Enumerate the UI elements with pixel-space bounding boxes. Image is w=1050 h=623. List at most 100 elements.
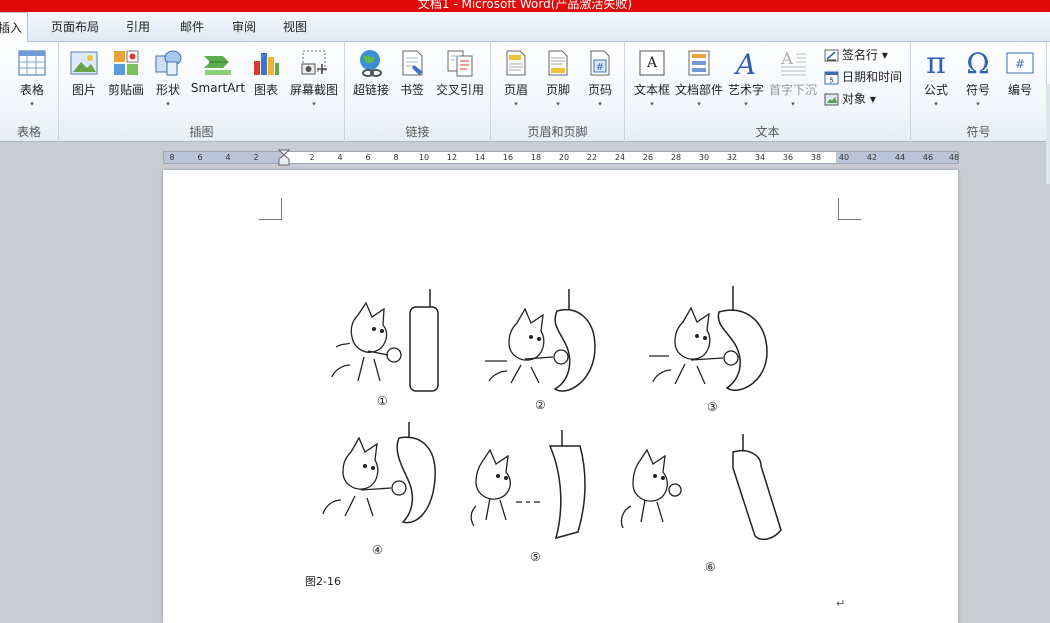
cat-punching-bag-illustration-2 <box>485 289 596 392</box>
object-icon <box>824 93 839 106</box>
clipart-button[interactable]: 剪贴画 <box>105 48 147 98</box>
hyperlink-button[interactable]: 超链接 <box>349 48 393 98</box>
indent-marker-icon[interactable] <box>278 149 290 166</box>
ribbon-tabs: 插入 页面布局 引用 邮件 审阅 视图 <box>0 12 1050 43</box>
svg-text:#: # <box>1015 57 1025 71</box>
group-label-header-footer: 页眉和页脚 <box>527 125 588 139</box>
ruler-tick: 2 <box>253 153 259 162</box>
date-time-button[interactable]: 5 日期和时间 <box>824 68 902 85</box>
wordart-icon: A <box>733 48 756 78</box>
cat-punching-bag-illustration-5 <box>470 430 586 540</box>
page-number-button[interactable]: # 页码 ▾ <box>583 48 617 108</box>
ruler-tick: 34 <box>754 153 766 162</box>
ruler-left-margin <box>164 152 284 163</box>
margin-corner-left <box>259 198 282 220</box>
ruler-tick: 20 <box>558 153 570 162</box>
svg-text:A: A <box>646 55 658 71</box>
svg-text:#: # <box>596 62 604 73</box>
screenshot-icon <box>301 50 327 75</box>
footer-button[interactable]: 页脚 ▾ <box>541 48 575 108</box>
ruler-tick: 32 <box>726 153 738 162</box>
clipart-icon <box>114 50 139 75</box>
signature-line-button[interactable]: 签名行 ▾ <box>824 46 888 63</box>
document-page[interactable]: ① ② ③ ④ ⑤ ⑥ 图2-16 ↵ <box>163 170 958 623</box>
tab-page-layout[interactable]: 页面布局 <box>44 12 106 42</box>
group-label-text: 文本 <box>755 125 780 139</box>
figure-caption-2: ② <box>535 398 546 412</box>
cat-punching-bag-illustration-4 <box>322 422 436 524</box>
horizontal-ruler[interactable]: 8 6 4 2 2 4 6 8 10 12 14 16 18 20 22 24 … <box>163 149 959 166</box>
ruler-tick: 12 <box>446 153 458 162</box>
ruler-tick: 16 <box>502 153 514 162</box>
group-label-table: 表格 <box>16 125 41 139</box>
cross-reference-icon <box>447 50 473 77</box>
cross-reference-button[interactable]: 交叉引用 <box>433 48 487 98</box>
drop-cap-button[interactable]: A 首字下沉 ▾ <box>768 48 818 108</box>
header-button[interactable]: 页眉 ▾ <box>499 48 533 108</box>
bookmark-icon <box>402 50 423 76</box>
group-illustrations: 图片 剪贴画 形状 ▾ SmartArt 图表 屏幕截图 ▾ 插图 <box>59 42 345 142</box>
wordart-button[interactable]: A 艺术字 ▾ <box>726 48 766 108</box>
group-label-illustrations: 插图 <box>189 125 214 139</box>
ruler-tick: 18 <box>530 153 542 162</box>
figure-label: 图2-16 <box>305 575 341 588</box>
smartart-icon <box>204 56 231 75</box>
ruler-tick: 4 <box>225 153 231 162</box>
ruler-tick: 4 <box>337 153 343 162</box>
symbol-button[interactable]: Ω 符号 ▾ <box>959 46 997 108</box>
ruler-tick: 24 <box>614 153 626 162</box>
svg-text:A: A <box>780 49 793 68</box>
quick-parts-icon <box>688 50 710 76</box>
group-label-links: 链接 <box>405 125 430 139</box>
numbering-button[interactable]: # 编号 <box>1001 48 1039 98</box>
picture-icon <box>70 51 98 75</box>
ruler-tick: 30 <box>698 153 710 162</box>
bookmark-button[interactable]: 书签 <box>395 48 429 98</box>
globe-link-icon <box>360 50 382 77</box>
equation-button[interactable]: π 公式 ▾ <box>917 46 955 108</box>
margin-corner-right <box>838 198 861 220</box>
tab-mailings[interactable]: 邮件 <box>172 12 212 42</box>
shapes-icon <box>155 50 182 76</box>
header-icon <box>506 50 526 76</box>
tab-review[interactable]: 审阅 <box>224 12 264 42</box>
quick-parts-button[interactable]: 文档部件 ▾ <box>674 48 724 108</box>
picture-button[interactable]: 图片 <box>65 48 103 98</box>
smartart-button[interactable]: SmartArt <box>189 48 247 95</box>
group-links: 超链接 书签 交叉引用 链接 <box>345 42 491 142</box>
ruler-tick: 46 <box>922 153 934 162</box>
object-button[interactable]: 对象 ▾ <box>824 90 876 107</box>
paragraph-mark: ↵ <box>836 597 846 610</box>
ruler-tick: 26 <box>642 153 654 162</box>
cat-punching-bag-illustration-1 <box>331 289 439 392</box>
ruler-tick: 36 <box>782 153 794 162</box>
svg-text:5: 5 <box>829 77 833 85</box>
calendar-icon: 5 <box>824 71 839 85</box>
screenshot-button[interactable]: 屏幕截图 ▾ <box>286 48 342 108</box>
ruler-tick: 42 <box>866 153 878 162</box>
group-text: A 文本框 ▾ 文档部件 ▾ A 艺术字 ▾ A 首字下沉 ▾ 签名行 ▾ 5 … <box>625 42 911 142</box>
title-bar: 文档1 - Microsoft Word(产品激活失败) <box>0 0 1050 12</box>
ruler-tick: 8 <box>393 153 399 162</box>
tab-insert[interactable]: 插入 <box>0 12 28 43</box>
figure-caption-1: ① <box>377 394 388 408</box>
shapes-button[interactable]: 形状 ▾ <box>150 48 186 108</box>
table-button[interactable]: 表格 ▾ <box>12 48 52 108</box>
tab-view[interactable]: 视图 <box>275 12 315 42</box>
textbox-icon: A <box>639 50 665 76</box>
ruler-tick: 40 <box>838 153 850 162</box>
svg-text:Ω: Ω <box>966 47 989 78</box>
drop-cap-icon: A <box>780 49 806 76</box>
textbox-button[interactable]: A 文本框 ▾ <box>631 48 673 108</box>
ruler-tick: 38 <box>810 153 822 162</box>
ruler-tick: 2 <box>309 153 315 162</box>
ribbon: 表格 ▾ 表格 图片 剪贴画 形状 ▾ SmartArt 图表 屏幕截图 ▾ 插… <box>0 42 1050 184</box>
footer-icon <box>548 50 568 76</box>
signature-line-icon <box>824 49 839 62</box>
tab-references[interactable]: 引用 <box>118 12 158 42</box>
bar-chart-icon <box>254 53 279 75</box>
number-icon: # <box>1006 52 1034 74</box>
cat-punching-bag-illustration-3 <box>649 286 768 391</box>
chart-button[interactable]: 图表 <box>249 48 283 98</box>
figure-caption-6: ⑥ <box>705 560 716 574</box>
